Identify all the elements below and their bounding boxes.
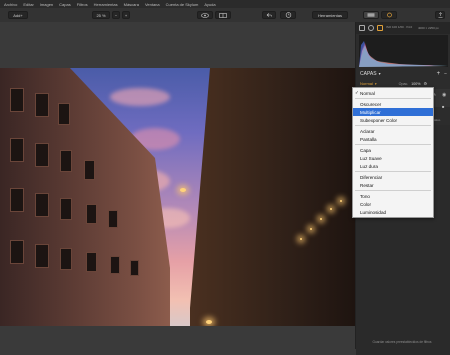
menu-item[interactable]: Archivo [4,2,17,7]
blend-option[interactable]: Multiplicar [353,108,433,116]
menu-divider [355,125,431,126]
undo-icon[interactable] [262,11,276,19]
history-icon[interactable] [280,11,296,19]
blend-option-label: Pantalla [360,136,377,142]
blend-option-label: Aclarar [360,128,375,134]
add-layer-icon[interactable]: + [437,71,441,77]
filters-view-icon[interactable] [381,11,397,19]
blend-option[interactable]: Diferenciar [353,173,433,181]
gear-icon[interactable]: ⚙ [423,81,427,86]
blend-option-label: Luz dura [360,163,378,169]
check-icon: ✓ [355,90,359,95]
blend-option-label: Oscurecer [360,101,382,107]
menu-divider [355,98,431,99]
opacity-value[interactable]: 100% [411,82,420,86]
menu-item[interactable]: Capas [59,2,71,7]
menu-item[interactable]: Máscara [124,2,139,7]
menu-item[interactable]: Cuenta de Skylum [166,2,199,7]
compare-icon[interactable] [215,11,231,19]
layers-view-icon[interactable] [363,11,379,19]
menu-divider [355,190,431,191]
layers-title: CAPAS [360,70,377,77]
tools-dropdown[interactable]: Herramientas [312,11,348,19]
blend-option[interactable]: Luz dura [353,162,433,170]
menu-divider [355,144,431,145]
blend-option[interactable]: Pantalla [353,135,433,143]
menu-item[interactable]: Herramientas [94,2,118,7]
histogram-icon[interactable] [359,25,365,31]
blend-option[interactable]: Tono [353,192,433,200]
menu-item[interactable]: Ayuda [204,2,215,7]
minus-icon[interactable]: − [444,71,447,77]
blend-option-label: Normal [360,90,375,96]
export-icon[interactable] [435,11,445,19]
blend-option[interactable]: Luz Suave [353,154,433,162]
chevron-down-icon: ▾ [374,81,377,86]
chevron-down-icon: ▾ [378,71,381,76]
blend-option-label: Luminosidad [360,209,387,215]
circle-icon[interactable] [368,25,374,31]
canvas-area[interactable] [0,22,355,349]
blend-option-label: Multiplicar [360,109,381,115]
note-text: ático [434,118,441,122]
save-presets-caption[interactable]: Guardar valores preestablecidos de filtr… [362,340,442,344]
blend-option[interactable]: Capa [353,146,433,154]
blend-option-label: Capa [360,147,371,153]
eye-icon[interactable]: ◉ [442,92,446,98]
blend-option-label: Color [360,201,371,207]
blend-mode-menu: ✓ Normal Oscurecer Multiplicar Subexponer Co… [352,87,434,218]
blend-option[interactable]: ✓ Normal [353,89,433,97]
preset-button[interactable]: Add+ [8,11,28,19]
lock-icon[interactable]: ■ [442,104,444,109]
zoom-in-button[interactable]: + [122,11,130,19]
blend-option-label: Tono [360,193,370,199]
blend-option-label: Restar [360,182,374,188]
blend-option[interactable]: Restar [353,181,433,189]
blend-option-label: Luz Suave [360,155,382,161]
toolbar: Add+ 25 % − + Herramientas [0,8,450,23]
zoom-out-button[interactable]: − [112,11,120,19]
zoom-value[interactable]: 25 % [92,11,110,19]
size-readout: 4000 × 2250 px [418,26,439,30]
menu-item[interactable]: Editar [23,2,33,7]
street-photo[interactable] [0,68,355,326]
menu-bar: Archivo Editar Imagen Capas Filtros Herramien… [0,0,450,8]
blend-option[interactable]: Aclarar [353,127,433,135]
menu-item[interactable]: Ventana [145,2,160,7]
layers-header[interactable]: CAPAS ▾ + − [356,69,450,78]
blend-option[interactable]: Luminosidad [353,208,433,216]
histogram [359,35,448,67]
warning-icon[interactable] [377,25,383,31]
blend-option-label: Diferenciar [360,174,383,180]
preview-eye-icon[interactable] [197,11,213,19]
blend-option[interactable]: Oscurecer [353,100,433,108]
blend-option-label: Subexponer Color [360,117,398,123]
blend-mode-select[interactable]: Normal [360,81,373,86]
opacity-label: Opac. [398,81,409,86]
exif-readout: ISO 100 1/60 · f/4.0 [386,25,413,29]
menu-item[interactable]: Imagen [40,2,53,7]
menu-divider [355,171,431,172]
menu-item[interactable]: Filtros [77,2,88,7]
blend-option[interactable]: Subexponer Color [353,116,433,124]
blend-option[interactable]: Color [353,200,433,208]
